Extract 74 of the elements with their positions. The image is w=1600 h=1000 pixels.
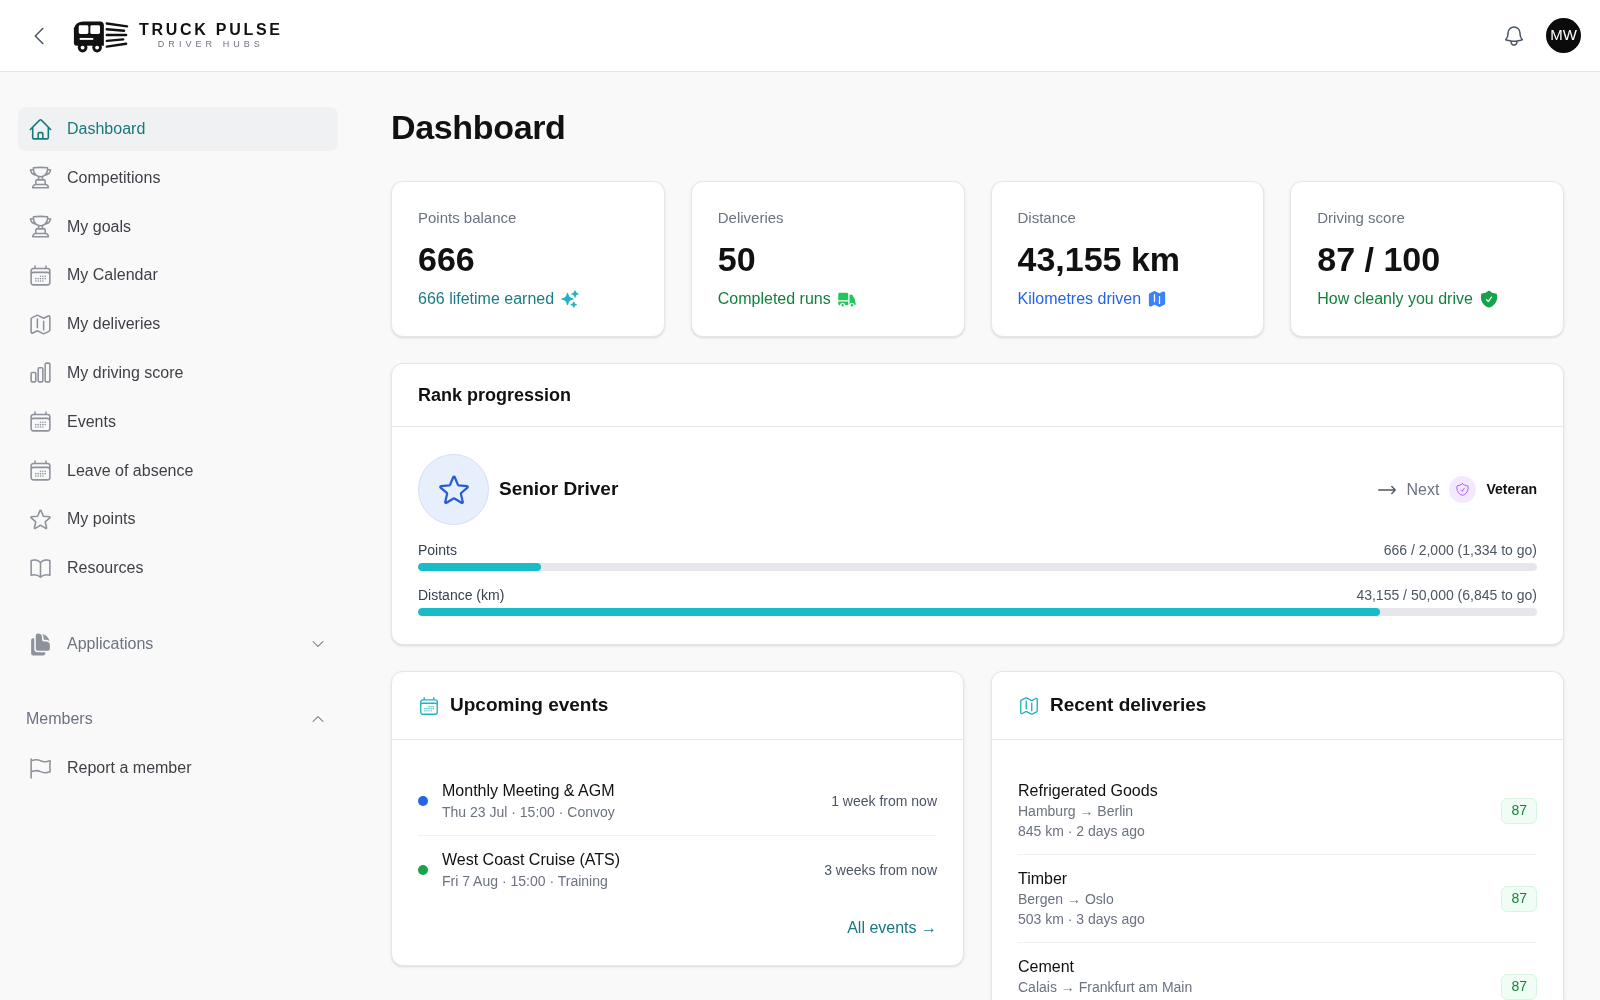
sidebar-item[interactable]: Events [18,399,338,444]
progress-label: Distance (km) [418,585,505,605]
card-title: Rank progression [418,383,572,407]
sidebar-item[interactable]: Dashboard [18,107,338,151]
event-title: Monthly Meeting & AGM [442,781,615,801]
flag-icon [28,755,53,781]
stat-note: Completed runs [717,289,831,309]
calendar-icon [418,694,440,717]
delivery-cargo: Refrigerated Goods [1018,781,1158,801]
all-events-link[interactable]: All events → [847,916,937,940]
stat-value: 666 [418,239,476,279]
event-details: Fri 7 Aug · 15:00 · Training [442,872,609,891]
sidebar-item[interactable]: My Calendar [18,253,338,298]
sidebar-item[interactable]: Competitions [18,155,338,200]
avatar-button[interactable]: MW [1546,18,1581,53]
sidebar-item[interactable]: My points [18,497,338,542]
delivery-cargo: Timber [1018,869,1069,889]
trophy-icon [28,214,53,240]
bell-icon [1502,23,1526,48]
progress-reading: 666 / 2,000 (1,334 to go) [1383,540,1537,560]
stat-value: 50 [717,239,757,279]
home-icon [28,116,53,142]
card-title: Upcoming events [450,693,609,718]
score-badge: 87 [1501,973,1537,1000]
stat-label: Distance [1017,208,1077,228]
sparkles-icon [560,289,581,309]
stat-label: Deliveries [717,208,785,228]
current-rank: Senior Driver [499,477,619,502]
delivery-route: Hamburg → Berlin [1018,802,1135,821]
delivery-meta: 503 km · 3 days ago [1018,910,1145,929]
next-rank: Veteran [1486,480,1537,499]
map-icon [28,311,53,337]
map-icon [1147,289,1168,309]
stat-label: Driving score [1317,208,1406,228]
score-badge: 87 [1501,797,1537,824]
applications-menu[interactable]: Applications [18,622,338,667]
map-icon [1018,694,1040,717]
stat-label: Points balance [418,208,518,228]
calendar-icon [28,262,53,288]
section-toggle[interactable]: Members [18,707,338,732]
trophy-icon [28,165,53,191]
stat-note: How cleanly you drive [1317,289,1473,309]
progress-reading: 43,155 / 50,000 (6,845 to go) [1356,585,1537,605]
sidebar-item[interactable]: My driving score [18,351,338,395]
delivery-cargo: Cement [1018,957,1076,977]
stat-value: 43,155 km [1017,239,1182,279]
shield-check-icon [1478,289,1499,309]
card-title: Recent deliveries [1050,693,1207,718]
delivery-meta: 845 km · 2 days ago [1018,822,1146,841]
event-time: 1 week from now [831,791,937,811]
logo-title: TRUCK PULSE [139,21,283,39]
shield-icon [1449,476,1477,503]
documents-icon [28,631,53,657]
event-title: West Coast Cruise (ATS) [442,850,621,870]
sidebar-item[interactable]: Report a member [18,746,338,791]
event-details: Thu 23 Jul · 15:00 · Convoy [442,803,615,822]
calendar-icon [28,409,53,435]
bar-chart-icon [28,360,53,386]
event-time: 3 weeks from now [824,860,937,880]
sidebar-item[interactable]: Resources [18,546,338,591]
sidebar-item[interactable]: Leave of absence [18,448,338,493]
calendar-icon [28,458,53,484]
next-label: Next [1406,479,1440,500]
delivery-route: Bergen → Oslo [1018,890,1115,909]
delivery-route: Calais → Frankfurt am Main [1018,978,1193,997]
sidebar-item[interactable]: My goals [18,204,338,249]
score-badge: 87 [1501,885,1537,912]
stat-note: 666 lifetime earned [418,289,555,309]
progress-label: Points [418,540,457,560]
stat-note: Kilometres driven [1017,289,1142,309]
logo-subtitle: DRIVER HUBS [157,39,264,50]
sidebar-item[interactable]: My deliveries [18,302,338,347]
stat-value: 87 / 100 [1317,239,1442,279]
page-title: Dashboard [391,107,567,147]
